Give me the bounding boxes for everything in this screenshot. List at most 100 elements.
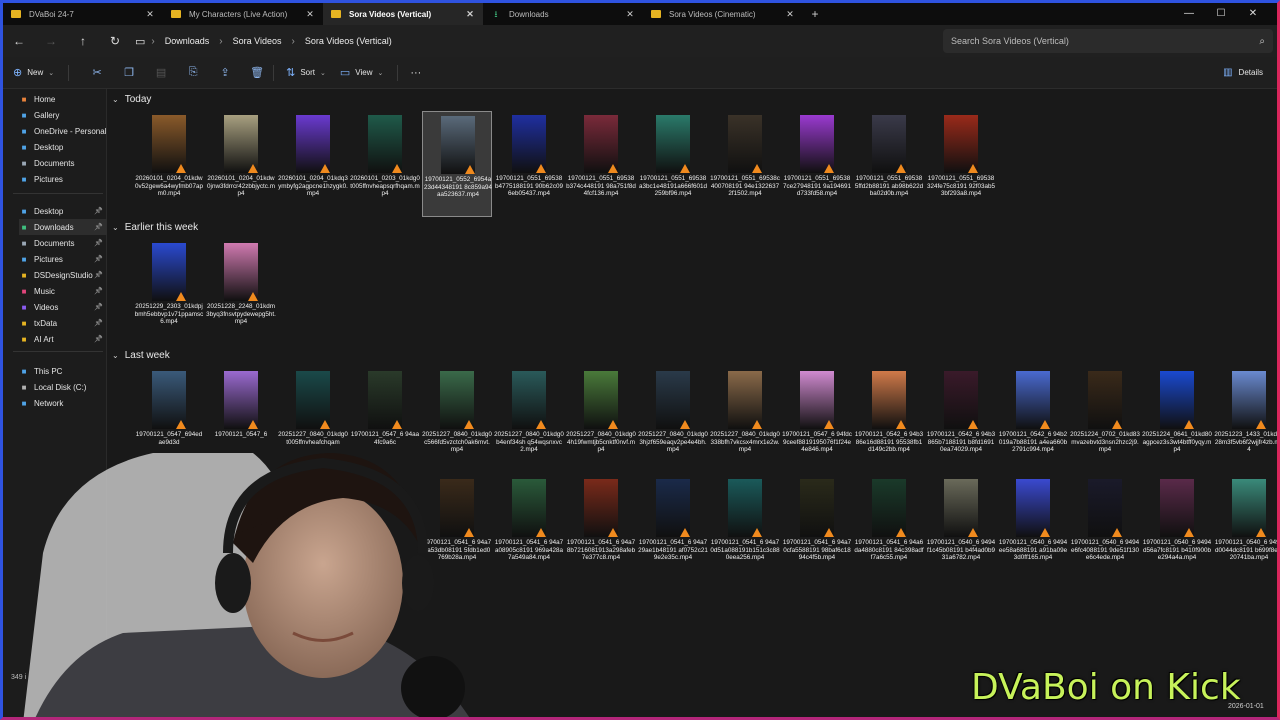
file-tile[interactable]: 20260101_0204_01kdw0jnw3fdrrcr42zbbjyctc… <box>206 111 276 217</box>
close-icon[interactable]: ✕ <box>625 9 635 20</box>
breadcrumb[interactable]: ▭ › Downloads › Sora Videos › Sora Video… <box>135 29 935 53</box>
file-tile[interactable]: 19700121_0551_69538b374c448191 98a751f8d… <box>566 111 636 217</box>
close-icon[interactable]: ✕ <box>785 9 795 20</box>
file-tile[interactable]: 19700121_0552_6954a23d44348191 8c859a94a… <box>422 111 492 217</box>
file-tile[interactable]: 20251223_1433_01kd5c28m3f5vb6f2wjjfr4zb.… <box>1214 367 1277 473</box>
file-tile[interactable]: 20251224_0702_01kd83mvazebvtd3nsn2hzc2j9… <box>1070 367 1140 473</box>
file-tile[interactable]: 19700121_0542_6 94b386e16d88191 95538fb1… <box>854 367 924 473</box>
sidebar-item-desktop[interactable]: ■ Desktop 📌 <box>19 203 107 219</box>
file-tile[interactable]: 20251227_0840_01kdg0b4enf34sh q54wqsnxvc… <box>494 367 564 473</box>
close-icon[interactable]: ✕ <box>145 9 155 20</box>
rename-icon[interactable]: ⎘ <box>177 66 209 79</box>
file-tile[interactable]: 19700121_0551_69538a3bc1e48191a666f601d2… <box>638 111 708 217</box>
file-tile[interactable]: 19700121_0540_6 9494f1c45b08191 b4f4ad0b… <box>926 475 996 581</box>
file-tile[interactable]: 20251227_0840_01kdg0t005ffnvheafchqam <box>278 367 348 473</box>
sidebar-item-desktop[interactable]: ■ Desktop <box>19 139 107 155</box>
see-more-button[interactable]: ··· <box>410 67 421 79</box>
file-tile[interactable]: 20251227_0840_01kdg04h19fwmtjb5cnktf0nvf… <box>566 367 636 473</box>
view-button[interactable]: ▭ View ⌄ <box>340 66 383 79</box>
breadcrumb-item-sora-videos[interactable]: Sora Videos <box>223 36 292 46</box>
sidebar-item-documents[interactable]: ■ Documents <box>19 155 107 171</box>
file-tile[interactable]: 19700121_0540_6 9494e6fc4088191 9de51f13… <box>1070 475 1140 581</box>
file-tile[interactable]: 19700121_0547_6 94aa4fc9a6c <box>350 367 420 473</box>
file-tile[interactable]: 20260101_0203_01kdg0t005ffnvheapsqrfhqam… <box>350 111 420 217</box>
file-tile[interactable]: 19700121_0541_6 94a729ae1b48191 af0752c2… <box>638 475 708 581</box>
sidebar-item-txdata[interactable]: ■ txData 📌 <box>19 315 107 331</box>
sidebar-item-dsdesignstudio[interactable]: ■ DSDesignStudio 📌 <box>19 267 107 283</box>
group-header[interactable]: ⌄ Earlier this week <box>112 222 198 233</box>
file-tile[interactable]: 20251224_0641_01kd80agpcez3s3wt4btff0yqy… <box>1142 367 1212 473</box>
paste-icon[interactable]: ▤ <box>145 66 177 79</box>
file-tile[interactable]: 19700121_0547_6 <box>206 367 276 473</box>
tab-1[interactable]: My Characters (Live Action) ✕ <box>163 3 323 25</box>
file-tile[interactable]: 19700121_0541_6 94a78b7216081913a298afeb… <box>566 475 636 581</box>
search-input[interactable]: Search Sora Videos (Vertical) ⌕ <box>943 29 1273 53</box>
close-icon[interactable]: ✕ <box>465 9 475 20</box>
close-window-button[interactable]: ✕ <box>1237 3 1269 25</box>
tab-0[interactable]: DVaBoi 24-7 ✕ <box>3 3 163 25</box>
cut-icon[interactable]: ✂ <box>81 66 113 79</box>
file-tile[interactable]: 20260101_0204_01kdw0v52gew6a4wyfmb07apm0… <box>134 111 204 217</box>
file-tile[interactable]: 19700121_0540_6 9494d56a7fc8191 b410f900… <box>1142 475 1212 581</box>
details-button[interactable]: ▥ Details <box>1223 67 1263 78</box>
breadcrumb-item-sora-vertical[interactable]: Sora Videos (Vertical) <box>295 36 402 46</box>
share-icon[interactable]: ⇪ <box>209 66 241 79</box>
sidebar-item-home[interactable]: ■ Home <box>19 91 107 107</box>
tab-2[interactable]: Sora Videos (Vertical) ✕ <box>323 3 483 25</box>
minimize-button[interactable]: — <box>1173 3 1205 25</box>
file-tile[interactable]: 19700121_0551_695385ffd2b88191 ab98b622d… <box>854 111 924 217</box>
sidebar-item-pictures[interactable]: ■ Pictures <box>19 171 107 187</box>
file-tile[interactable]: 19700121_0541_6 94a7a08905c8191 969a428a… <box>494 475 564 581</box>
tab-4[interactable]: Sora Videos (Cinematic) ✕ <box>643 3 803 25</box>
sidebar-item-documents[interactable]: ■ Documents 📌 <box>19 235 107 251</box>
file-tile[interactable]: 20251227_0840_01kdg0338bfh7vkcsx4mrx1e2w… <box>710 367 780 473</box>
file-tile[interactable]: 19700121_0541_6 94a7aa53db08191 5fdb1ed0… <box>422 475 492 581</box>
up-button[interactable]: ↑ <box>67 27 99 55</box>
tab-3[interactable]: ⭳ Downloads ✕ <box>483 3 643 25</box>
file-tile[interactable]: 19700121_0541_6 94a70cfa5588191 98baf6c1… <box>782 475 852 581</box>
file-tile[interactable]: 19700121_0541_6 94a70d51a088191b151c3c88… <box>710 475 780 581</box>
sidebar-item-pictures[interactable]: ■ Pictures 📌 <box>19 251 107 267</box>
vlc-icon <box>392 420 402 429</box>
file-tile[interactable]: 19700121_0551_695387ce27948191 9a194691d… <box>782 111 852 217</box>
forward-button[interactable]: → <box>35 27 67 55</box>
delete-icon[interactable]: 🗑 <box>241 66 273 79</box>
file-tile[interactable]: 20260101_0204_01kdq3ymbyfg2agpcne1hzygk0… <box>278 111 348 217</box>
file-tile[interactable]: 19700121_0547_6 94fdc9ceef8819195076f1f2… <box>782 367 852 473</box>
file-tile[interactable]: 19700121_0541_6 94a6da4880c8191 84c398ad… <box>854 475 924 581</box>
refresh-button[interactable]: ↻ <box>99 27 131 55</box>
sidebar-item-downloads[interactable]: ■ Downloads 📌 <box>19 219 107 235</box>
back-button[interactable]: ← <box>3 27 35 55</box>
group-header[interactable]: ⌄ Last week <box>112 350 170 361</box>
sidebar-item-local-disk-c-[interactable]: ■ Local Disk (C:) <box>19 379 107 395</box>
sidebar-item-network[interactable]: ■ Network <box>19 395 107 411</box>
sort-button[interactable]: ⇅ Sort ⌄ <box>286 66 326 79</box>
new-button[interactable]: ⊕ New ⌄ <box>13 66 54 79</box>
file-tile[interactable]: 19700121_0540_6 9494ee58a688191 a91ba09e… <box>998 475 1068 581</box>
file-tile[interactable]: 20251229_2303_01kdpjbmh5ebbvp1v71ppamsc6… <box>134 239 204 345</box>
file-tile[interactable]: 19700121_0547_694edae9d3d <box>134 367 204 473</box>
copy-icon[interactable]: ❐ <box>113 66 145 79</box>
file-tile[interactable]: 19700121_0542_6 94b3865b7188191 b8fd1691… <box>926 367 996 473</box>
sidebar-item-onedrive-personal[interactable]: ■ OneDrive - Personal <box>19 123 107 139</box>
maximize-button[interactable]: ☐ <box>1205 3 1237 25</box>
sidebar-item-gallery[interactable]: ■ Gallery <box>19 107 107 123</box>
file-tile[interactable]: 19700121_0551_69538c400708191 94e1322637… <box>710 111 780 217</box>
file-tile[interactable]: 19700121_0551_69538324fe75c8191 92f03ab5… <box>926 111 996 217</box>
sidebar-item-ai-art[interactable]: ■ AI Art 📌 <box>19 331 107 347</box>
file-tile[interactable]: 19700121_0540_6 9494d0044dc8191 b699f8e3… <box>1214 475 1277 581</box>
sidebar-item-this-pc[interactable]: ■ This PC <box>19 363 107 379</box>
sidebar-item-videos[interactable]: ■ Videos 📌 <box>19 299 107 315</box>
breadcrumb-item-downloads[interactable]: Downloads <box>155 36 220 46</box>
file-tile[interactable]: 19700121_0542_6 94b2019a7b88191 a4ea660b… <box>998 367 1068 473</box>
sidebar-item-music[interactable]: ■ Music 📌 <box>19 283 107 299</box>
file-tile[interactable]: 20251227_0840_01kdg0c566fd5vzctch0ak6mvt… <box>422 367 492 473</box>
file-tile[interactable]: 19700121_0551_69538b4775188191 90b62c096… <box>494 111 564 217</box>
file-tile[interactable]: 20251228_2248_01kdm3byq3fnsvtpydewepg5ht… <box>206 239 276 345</box>
sidebar-item-label: Gallery <box>34 110 60 120</box>
close-icon[interactable]: ✕ <box>305 9 315 20</box>
sidebar-item-label: OneDrive - Personal <box>34 126 107 136</box>
group-header[interactable]: ⌄ Today <box>112 94 151 105</box>
file-tile[interactable]: 20251227_0840_01kdg03hjzf659eaqv2pe4e4bh… <box>638 367 708 473</box>
new-tab-button[interactable]: + <box>803 3 827 25</box>
